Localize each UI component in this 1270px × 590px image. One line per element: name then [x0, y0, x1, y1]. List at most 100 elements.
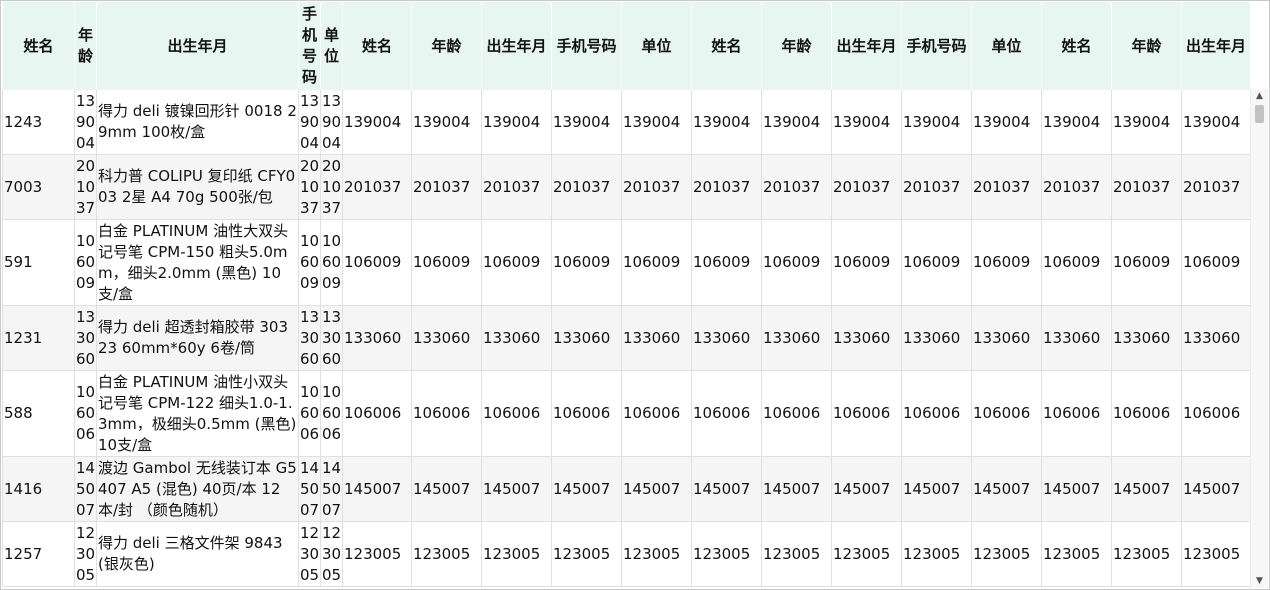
cell-code[interactable]: 133060	[621, 305, 692, 371]
cell-description[interactable]: 白金 PLATINUM 油性大双头记号笔 CPM-150 粗头5.0mm，细头2…	[96, 219, 299, 306]
column-header[interactable]: 出生年月	[1181, 2, 1251, 90]
column-header[interactable]: 姓名	[342, 2, 412, 90]
cell-code-narrow[interactable]: 123005	[298, 521, 321, 587]
column-header[interactable]: 年龄	[411, 2, 482, 90]
column-header[interactable]: 姓名	[691, 2, 762, 90]
cell-id[interactable]: 1416	[2, 456, 75, 522]
cell-code[interactable]: 201037	[481, 154, 552, 220]
cell-description[interactable]: 渡边 Gambol 无线装订本 G5407 A5 (混色) 40页/本 12本/…	[96, 456, 299, 522]
cell-code[interactable]: 139004	[971, 89, 1042, 155]
column-header[interactable]: 手机号码	[901, 2, 972, 90]
cell-code[interactable]: 106009	[1111, 219, 1182, 306]
column-header[interactable]: 年龄	[1111, 2, 1182, 90]
cell-code[interactable]: 133060	[342, 305, 412, 371]
cell-id[interactable]: 591	[2, 219, 75, 306]
cell-code-narrow[interactable]: 139004	[320, 89, 343, 155]
cell-code-narrow[interactable]: 133060	[320, 305, 343, 371]
column-header[interactable]: 手机号码	[551, 2, 622, 90]
cell-code[interactable]: 145007	[971, 456, 1042, 522]
cell-code[interactable]: 139004	[1041, 89, 1112, 155]
cell-code-narrow[interactable]: 106006	[74, 370, 97, 457]
cell-id[interactable]: 1231	[2, 305, 75, 371]
cell-id[interactable]: 588	[2, 370, 75, 457]
column-header[interactable]: 单位	[971, 2, 1042, 90]
table-row[interactable]: 1257 123005 得力 deli 三格文件架 9843 (银灰色) 123005…	[2, 521, 1251, 587]
cell-code[interactable]: 106006	[1041, 370, 1112, 457]
cell-code-narrow[interactable]: 123005	[74, 521, 97, 587]
cell-id[interactable]: 1243	[2, 89, 75, 155]
column-header[interactable]: 年龄	[74, 2, 97, 90]
cell-code[interactable]: 133060	[411, 305, 482, 371]
cell-code[interactable]: 106009	[481, 219, 552, 306]
cell-code[interactable]: 139004	[1111, 89, 1182, 155]
cell-code[interactable]: 139004	[411, 89, 482, 155]
cell-code[interactable]: 106009	[1041, 219, 1112, 306]
cell-code[interactable]: 139004	[481, 89, 552, 155]
cell-code[interactable]: 106006	[691, 370, 762, 457]
cell-code[interactable]: 139004	[551, 89, 622, 155]
table-row[interactable]: 591 106009 白金 PLATINUM 油性大双头记号笔 CPM-150 粗头…	[2, 219, 1251, 306]
cell-code[interactable]: 106009	[761, 219, 832, 306]
cell-code[interactable]: 123005	[831, 521, 902, 587]
cell-code[interactable]: 123005	[971, 521, 1042, 587]
column-header[interactable]: 姓名	[1041, 2, 1112, 90]
cell-code-narrow[interactable]: 145007	[320, 456, 343, 522]
column-header[interactable]: 单位	[621, 2, 692, 90]
cell-code[interactable]: 145007	[481, 456, 552, 522]
cell-code[interactable]: 201037	[1111, 154, 1182, 220]
cell-code-narrow[interactable]: 145007	[298, 456, 321, 522]
cell-code-narrow[interactable]: 201037	[74, 154, 97, 220]
cell-code[interactable]: 133060	[1111, 305, 1182, 371]
cell-code[interactable]: 145007	[761, 456, 832, 522]
cell-description[interactable]: 科力普 COLIPU 复印纸 CFY003 2星 A4 70g 500张/包	[96, 154, 299, 220]
cell-code[interactable]: 123005	[1181, 521, 1251, 587]
cell-code-narrow[interactable]: 201037	[298, 154, 321, 220]
cell-code[interactable]: 133060	[761, 305, 832, 371]
cell-code[interactable]: 106006	[1111, 370, 1182, 457]
cell-code-narrow[interactable]: 106006	[298, 370, 321, 457]
cell-code-narrow[interactable]: 133060	[298, 305, 321, 371]
cell-code-narrow[interactable]: 123005	[320, 521, 343, 587]
cell-code[interactable]: 145007	[831, 456, 902, 522]
cell-code[interactable]: 133060	[551, 305, 622, 371]
cell-code[interactable]: 201037	[761, 154, 832, 220]
cell-code[interactable]: 201037	[1041, 154, 1112, 220]
vertical-scrollbar[interactable]: ▲ ▼	[1250, 89, 1268, 588]
cell-code[interactable]: 106006	[901, 370, 972, 457]
cell-code[interactable]: 139004	[342, 89, 412, 155]
cell-id[interactable]: 1257	[2, 521, 75, 587]
cell-code[interactable]: 145007	[342, 456, 412, 522]
cell-code[interactable]: 106009	[411, 219, 482, 306]
table-row[interactable]: 1243 139004 得力 deli 镀镍回形针 0018 29mm 100枚/盒…	[2, 89, 1251, 155]
column-header[interactable]: 手机号码	[298, 2, 321, 90]
cell-code[interactable]: 123005	[761, 521, 832, 587]
cell-code-narrow[interactable]: 106009	[298, 219, 321, 306]
cell-code[interactable]: 201037	[971, 154, 1042, 220]
cell-code[interactable]: 106006	[761, 370, 832, 457]
cell-code[interactable]: 106009	[1181, 219, 1251, 306]
cell-id[interactable]: 7003	[2, 154, 75, 220]
cell-code-narrow[interactable]: 139004	[74, 89, 97, 155]
column-header[interactable]: 出生年月	[831, 2, 902, 90]
cell-description[interactable]: 得力 deli 三格文件架 9843 (银灰色)	[96, 521, 299, 587]
cell-code[interactable]: 145007	[1181, 456, 1251, 522]
cell-code[interactable]: 201037	[621, 154, 692, 220]
cell-code[interactable]: 139004	[621, 89, 692, 155]
column-header[interactable]: 出生年月	[96, 2, 299, 90]
cell-code[interactable]: 123005	[481, 521, 552, 587]
cell-code[interactable]: 106006	[1181, 370, 1251, 457]
cell-code[interactable]: 123005	[621, 521, 692, 587]
table-row[interactable]: 1231 133060 得力 deli 超透封箱胶带 30323 60mm*60y …	[2, 305, 1251, 371]
cell-code[interactable]: 106009	[342, 219, 412, 306]
cell-description[interactable]: 得力 deli 镀镍回形针 0018 29mm 100枚/盒	[96, 89, 299, 155]
cell-code[interactable]: 145007	[621, 456, 692, 522]
cell-code[interactable]: 106006	[831, 370, 902, 457]
cell-code[interactable]: 106009	[551, 219, 622, 306]
cell-code[interactable]: 106006	[411, 370, 482, 457]
cell-code[interactable]: 133060	[971, 305, 1042, 371]
cell-code[interactable]: 201037	[1181, 154, 1251, 220]
cell-code-narrow[interactable]: 201037	[320, 154, 343, 220]
cell-code[interactable]: 123005	[551, 521, 622, 587]
cell-code-narrow[interactable]: 106006	[320, 370, 343, 457]
cell-code[interactable]: 106006	[971, 370, 1042, 457]
